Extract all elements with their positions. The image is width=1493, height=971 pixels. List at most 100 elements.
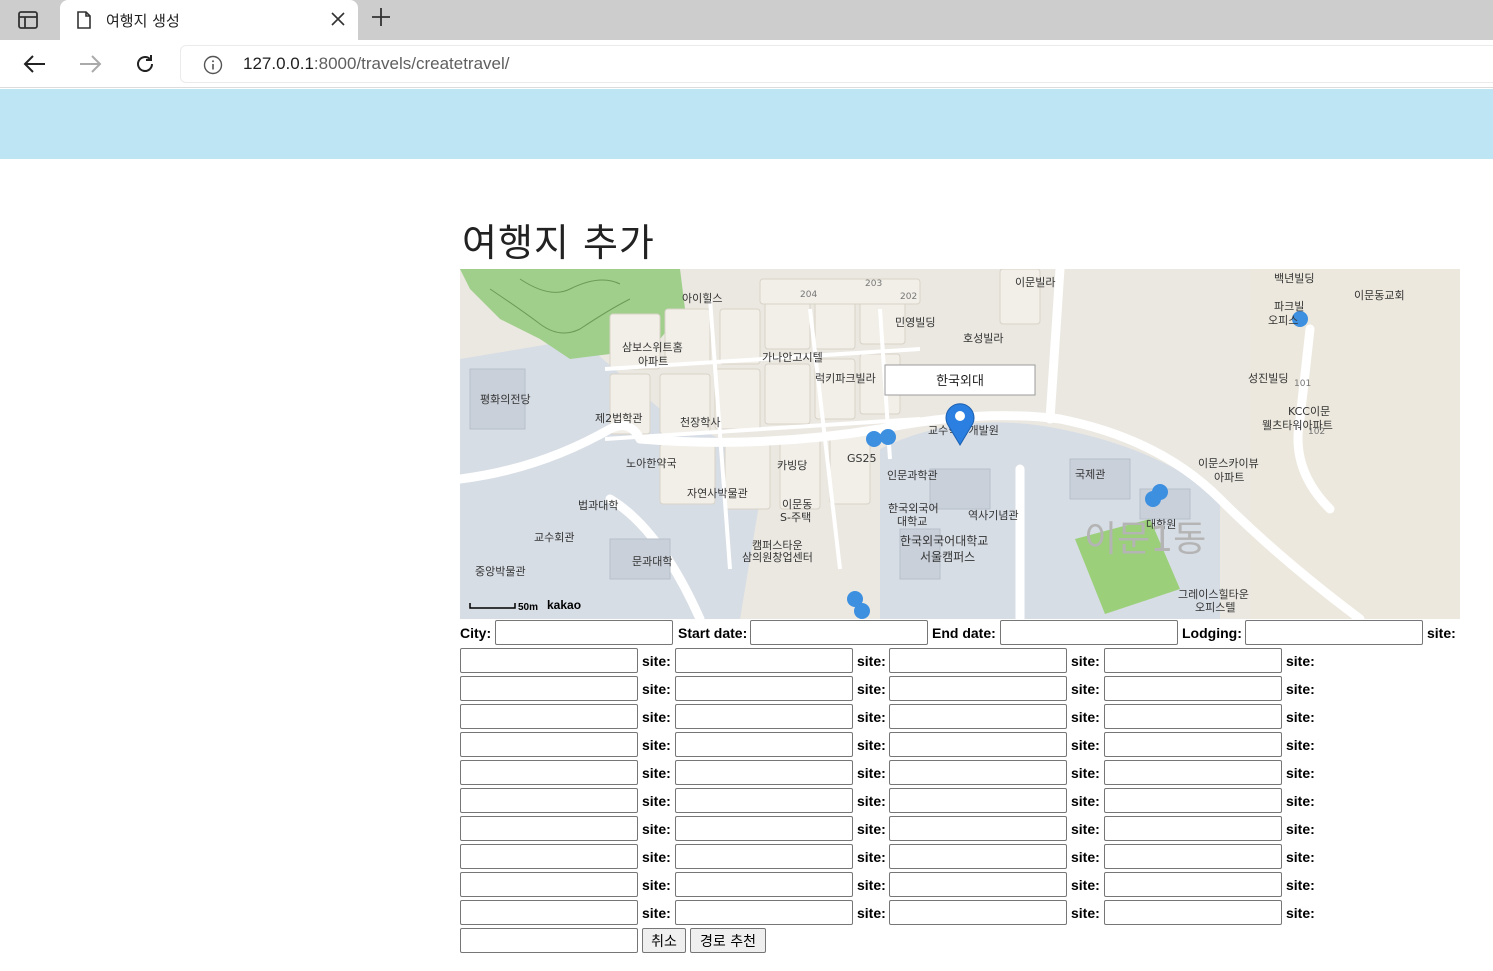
marker-label: 한국외대 bbox=[936, 374, 984, 389]
start-date-field[interactable] bbox=[750, 620, 928, 645]
site-field[interactable] bbox=[675, 760, 853, 785]
site-field[interactable] bbox=[1104, 704, 1282, 729]
site-label: site: bbox=[642, 709, 671, 725]
site-label: site: bbox=[857, 653, 886, 669]
site-label: site: bbox=[1071, 793, 1100, 809]
site-field[interactable] bbox=[675, 648, 853, 673]
map-label: 노아한약국 bbox=[626, 456, 677, 470]
site-field[interactable] bbox=[675, 732, 853, 757]
site-label: site: bbox=[1071, 737, 1100, 753]
site-label: site: bbox=[1427, 625, 1456, 641]
site-field[interactable] bbox=[460, 788, 638, 813]
site-field[interactable] bbox=[1104, 816, 1282, 841]
map-label: 문과대학 bbox=[632, 555, 672, 568]
map-panel[interactable]: 아이힐스 이문빌라 백년빌딩 이문동교회 삼보스위트홈 아파트 가나안고시텔 민… bbox=[460, 269, 1460, 619]
site-field[interactable] bbox=[460, 872, 638, 897]
site-field[interactable] bbox=[1104, 676, 1282, 701]
site-field[interactable] bbox=[675, 872, 853, 897]
sidebar-icon[interactable] bbox=[14, 8, 42, 32]
site-field[interactable] bbox=[460, 928, 638, 953]
site-field[interactable] bbox=[675, 676, 853, 701]
site-field[interactable] bbox=[889, 788, 1067, 813]
browser-tab[interactable]: 여행지 생성 bbox=[60, 0, 358, 40]
map-label: 중앙박물관 bbox=[475, 565, 526, 578]
map-label: 오피스 bbox=[1268, 314, 1298, 327]
site-label: site: bbox=[642, 793, 671, 809]
address-bar[interactable]: 127.0.0.1:8000/travels/createtravel/ bbox=[180, 45, 1493, 83]
site-field[interactable] bbox=[675, 704, 853, 729]
site-field[interactable] bbox=[460, 816, 638, 841]
map-label: 한국외국어 bbox=[888, 502, 939, 515]
site-label: site: bbox=[642, 765, 671, 781]
end-date-field[interactable] bbox=[1000, 620, 1178, 645]
map-label: 203 bbox=[865, 279, 882, 289]
site-field[interactable] bbox=[1104, 648, 1282, 673]
site-field[interactable] bbox=[460, 676, 638, 701]
forward-icon[interactable] bbox=[75, 50, 105, 78]
map-label: 오피스텔 bbox=[1195, 601, 1235, 614]
info-icon[interactable] bbox=[203, 55, 223, 75]
route-recommend-button[interactable]: 경로 추천 bbox=[690, 928, 766, 953]
site-field[interactable] bbox=[889, 844, 1067, 869]
site-field[interactable] bbox=[460, 732, 638, 757]
site-field[interactable] bbox=[889, 648, 1067, 673]
site-field[interactable] bbox=[889, 900, 1067, 925]
map-label: 삼보스위트홈 bbox=[622, 340, 683, 354]
site-label: site: bbox=[642, 877, 671, 893]
map-canvas[interactable]: 아이힐스 이문빌라 백년빌딩 이문동교회 삼보스위트홈 아파트 가나안고시텔 민… bbox=[460, 269, 1460, 619]
site-label: site: bbox=[857, 765, 886, 781]
site-field[interactable] bbox=[889, 704, 1067, 729]
map-label: 민영빌딩 bbox=[895, 316, 935, 329]
site-label: site: bbox=[1286, 737, 1315, 753]
map-label: 204 bbox=[800, 290, 817, 300]
plus-icon[interactable] bbox=[368, 6, 394, 32]
site-label: site: bbox=[642, 905, 671, 921]
start-date-label: Start date: bbox=[678, 625, 748, 641]
page-icon bbox=[74, 10, 94, 30]
site-label: site: bbox=[642, 653, 671, 669]
site-field[interactable] bbox=[460, 760, 638, 785]
map-label: 교수회관 bbox=[534, 531, 574, 544]
map-label: KCC이문 bbox=[1288, 405, 1330, 418]
site-field[interactable] bbox=[1104, 872, 1282, 897]
map-label: GS25 bbox=[847, 452, 877, 465]
site-label: site: bbox=[857, 905, 886, 921]
site-field[interactable] bbox=[1104, 900, 1282, 925]
site-field[interactable] bbox=[460, 648, 638, 673]
site-field[interactable] bbox=[889, 732, 1067, 757]
site-field[interactable] bbox=[1104, 844, 1282, 869]
url-text[interactable]: 127.0.0.1:8000/travels/createtravel/ bbox=[243, 54, 510, 74]
map-label: 202 bbox=[900, 292, 917, 302]
site-field[interactable] bbox=[675, 900, 853, 925]
site-field[interactable] bbox=[1104, 732, 1282, 757]
site-label: site: bbox=[1286, 849, 1315, 865]
site-field[interactable] bbox=[1104, 760, 1282, 785]
map-label: 102 bbox=[1308, 427, 1325, 437]
map-label: 평화의전당 bbox=[480, 393, 531, 406]
site-label: site: bbox=[857, 681, 886, 697]
close-icon[interactable] bbox=[328, 9, 348, 29]
site-field[interactable] bbox=[675, 844, 853, 869]
site-field[interactable] bbox=[460, 704, 638, 729]
browser-tab-bar: 여행지 생성 bbox=[0, 0, 1493, 40]
lodging-field[interactable] bbox=[1245, 620, 1423, 645]
map-label: 서울캠퍼스 bbox=[920, 550, 975, 564]
site-field[interactable] bbox=[889, 872, 1067, 897]
site-field[interactable] bbox=[889, 816, 1067, 841]
site-field[interactable] bbox=[675, 816, 853, 841]
cancel-button[interactable]: 취소 bbox=[642, 928, 686, 953]
site-field[interactable] bbox=[889, 760, 1067, 785]
site-field[interactable] bbox=[1104, 788, 1282, 813]
site-field[interactable] bbox=[460, 900, 638, 925]
city-field[interactable] bbox=[495, 620, 673, 645]
back-icon[interactable] bbox=[20, 50, 50, 78]
map-label: 101 bbox=[1294, 379, 1311, 389]
reload-icon[interactable] bbox=[130, 50, 160, 78]
tab-title: 여행지 생성 bbox=[106, 12, 180, 30]
site-field[interactable] bbox=[675, 788, 853, 813]
site-label: site: bbox=[1286, 821, 1315, 837]
site-field[interactable] bbox=[889, 676, 1067, 701]
site-label: site: bbox=[1286, 709, 1315, 725]
map-label: 한국외국어대학교 bbox=[900, 534, 988, 548]
site-field[interactable] bbox=[460, 844, 638, 869]
